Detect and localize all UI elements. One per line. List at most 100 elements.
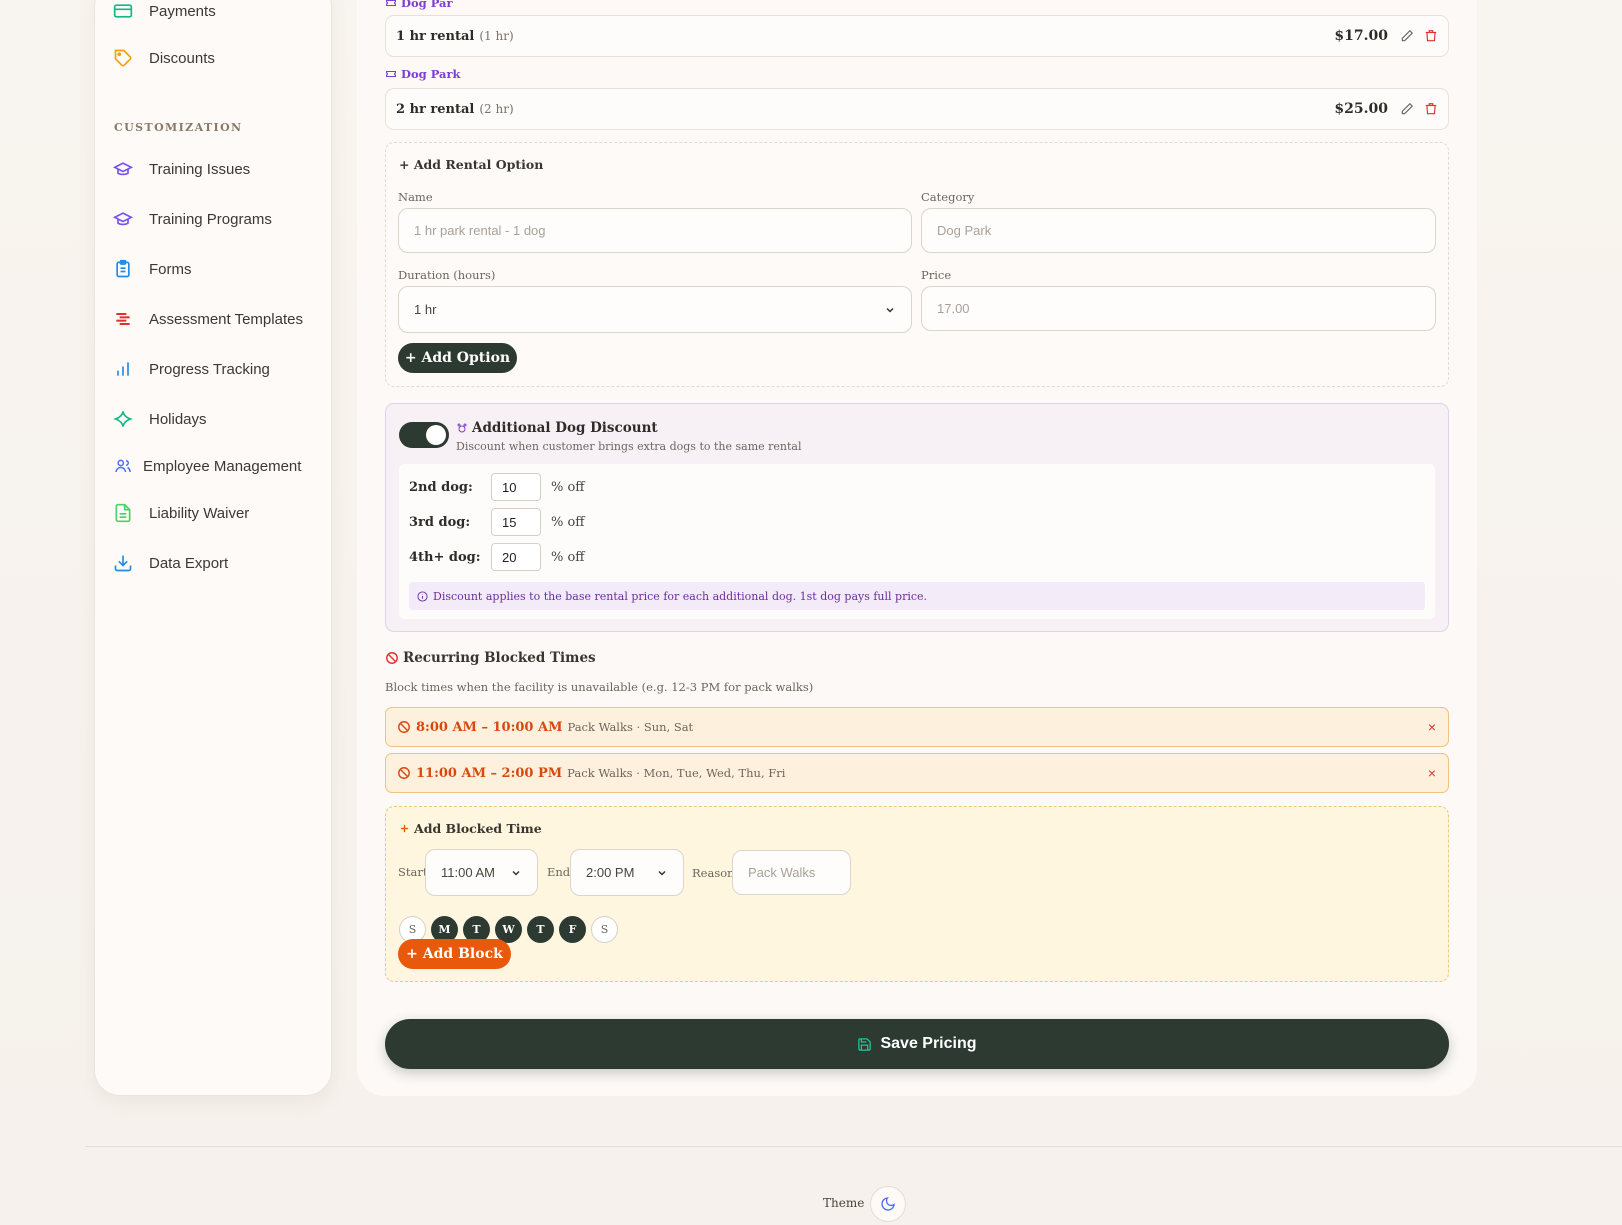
theme-toggle-button[interactable]: [870, 1186, 906, 1222]
trash-icon[interactable]: [1424, 29, 1438, 43]
ticket-icon: [385, 68, 397, 80]
sidebar-item-holidays[interactable]: Holidays: [113, 409, 207, 429]
day-toggle-sat[interactable]: S: [591, 916, 618, 943]
add-blocked-title: Add Blocked Time: [414, 821, 542, 836]
day-toggle-thu[interactable]: T: [527, 916, 554, 943]
sidebar-item-assessment-templates[interactable]: Assessment Templates: [113, 309, 303, 329]
blocked-time-range: 11:00 AM – 2:00 PM: [416, 765, 563, 781]
section-label-customization: CUSTOMIZATION: [114, 121, 243, 134]
graduation-cap-icon: [113, 209, 133, 229]
rental-duration: (2 hr): [479, 102, 514, 116]
discount-toggle[interactable]: [399, 422, 449, 448]
blocked-time-row: 8:00 AM – 10:00 AM Pack Walks · Sun, Sat…: [385, 707, 1449, 747]
save-icon: [857, 1037, 872, 1052]
download-icon: [113, 553, 133, 573]
sidebar-item-liability-waiver[interactable]: Liability Waiver: [113, 503, 249, 523]
users-icon: [113, 456, 133, 476]
rental-name: 2 hr rental: [396, 101, 475, 117]
discount-tiers: 2nd dog: 10 % off 3rd dog: 15 % off 4th+…: [399, 464, 1435, 619]
rental-price: $25.00: [1334, 101, 1388, 117]
file-icon: [113, 503, 133, 523]
blocked-times-subtitle: Block times when the facility is unavail…: [385, 680, 814, 694]
rental-row: 2 hr rental (2 hr) $25.00: [385, 88, 1449, 130]
additional-dog-discount-panel: Additional Dog Discount Discount when cu…: [385, 403, 1449, 632]
discount-row: 3rd dog: 15 % off: [409, 508, 585, 536]
rental-row: 1 hr rental (1 hr) $17.00: [385, 15, 1449, 57]
trash-icon[interactable]: [1424, 102, 1438, 116]
name-input[interactable]: 1 hr park rental - 1 dog: [398, 208, 912, 253]
add-rental-title: + Add Rental Option: [399, 157, 544, 172]
clipboard-icon: [113, 259, 133, 279]
price-input[interactable]: 17.00: [921, 286, 1436, 331]
category-tag: Dog Park: [385, 67, 461, 81]
duration-select[interactable]: 1 hr: [398, 286, 912, 333]
ban-icon: [397, 720, 411, 734]
bar-chart-icon: [113, 359, 133, 379]
add-block-button[interactable]: + Add Block: [398, 939, 511, 969]
blocked-times-heading: Recurring Blocked Times: [385, 650, 596, 666]
chevron-down-icon: [656, 867, 668, 879]
discount-note: Discount applies to the base rental pric…: [409, 582, 1425, 610]
discount-subtitle: Discount when customer brings extra dogs…: [456, 440, 802, 453]
day-toggle-fri[interactable]: F: [559, 916, 586, 943]
blocked-time-row: 11:00 AM – 2:00 PM Pack Walks · Mon, Tue…: [385, 753, 1449, 793]
discount-4th-input[interactable]: 20: [491, 543, 541, 571]
discount-3rd-input[interactable]: 15: [491, 508, 541, 536]
remove-block-button[interactable]: ×: [1428, 765, 1436, 781]
name-label: Name: [398, 190, 433, 204]
ticket-icon: [385, 0, 397, 9]
tag-icon: [113, 48, 133, 68]
start-time-select[interactable]: 11:00 AM: [425, 849, 538, 896]
add-option-button[interactable]: + Add Option: [398, 343, 517, 373]
sidebar-item-payments[interactable]: Payments: [113, 1, 216, 21]
end-label: End: [547, 865, 571, 879]
sidebar-item-label: Liability Waiver: [149, 504, 250, 522]
sidebar-item-training-issues[interactable]: Training Issues: [113, 159, 250, 179]
rental-price: $17.00: [1334, 28, 1388, 44]
category-input[interactable]: Dog Park: [921, 208, 1436, 253]
sidebar: Payments Discounts CUSTOMIZATION Trainin…: [94, 0, 332, 1096]
blocked-time-reason: Pack Walks · Sun, Sat: [567, 720, 694, 734]
start-label: Start: [398, 865, 428, 879]
sidebar-item-label: Discounts: [149, 49, 215, 67]
sidebar-item-training-programs[interactable]: Training Programs: [113, 209, 272, 229]
sidebar-item-label: Employee Management: [143, 457, 302, 475]
blocked-time-range: 8:00 AM – 10:00 AM: [416, 719, 563, 735]
ban-icon: [397, 766, 411, 780]
sidebar-item-label: Assessment Templates: [149, 310, 303, 328]
sidebar-item-label: Progress Tracking: [149, 360, 270, 378]
remove-block-button[interactable]: ×: [1428, 719, 1436, 735]
moon-icon: [880, 1196, 896, 1212]
sidebar-item-progress-tracking[interactable]: Progress Tracking: [113, 359, 270, 379]
sidebar-item-discounts[interactable]: Discounts: [113, 48, 215, 68]
reason-input[interactable]: Pack Walks: [732, 850, 851, 895]
edit-icon[interactable]: [1400, 29, 1414, 43]
sidebar-item-employee-management[interactable]: Employee Management: [113, 456, 301, 476]
sidebar-item-label: Payments: [149, 2, 216, 20]
discount-title: Additional Dog Discount: [472, 420, 658, 436]
save-pricing-button[interactable]: Save Pricing: [385, 1019, 1449, 1069]
blocked-time-reason: Pack Walks · Mon, Tue, Wed, Thu, Fri: [567, 766, 786, 780]
sidebar-item-forms[interactable]: Forms: [113, 259, 192, 279]
info-icon: [417, 590, 428, 602]
category-label: Category: [921, 190, 975, 204]
discount-2nd-input[interactable]: 10: [491, 473, 541, 501]
sidebar-item-label: Training Issues: [149, 160, 251, 178]
sparkle-icon: [113, 409, 133, 429]
price-label: Price: [921, 268, 952, 282]
sidebar-item-label: Data Export: [149, 554, 229, 572]
footer-divider: [85, 1146, 1622, 1147]
sidebar-item-label: Training Programs: [149, 210, 272, 228]
sidebar-item-data-export[interactable]: Data Export: [113, 553, 228, 573]
add-rental-option-form: + Add Rental Option Name 1 hr park renta…: [385, 142, 1449, 387]
end-time-select[interactable]: 2:00 PM: [570, 849, 684, 896]
ban-icon: [385, 651, 399, 665]
graduation-cap-icon: [113, 159, 133, 179]
rental-name: 1 hr rental: [396, 28, 475, 44]
edit-icon[interactable]: [1400, 102, 1414, 116]
category-tag: Dog Par: [385, 0, 453, 10]
theme-label: Theme: [823, 1196, 865, 1210]
paw-icon: [456, 422, 468, 434]
sidebar-item-label: Holidays: [149, 410, 207, 428]
add-blocked-time-form: Add Blocked Time Start 11:00 AM End 2:00…: [385, 806, 1449, 982]
